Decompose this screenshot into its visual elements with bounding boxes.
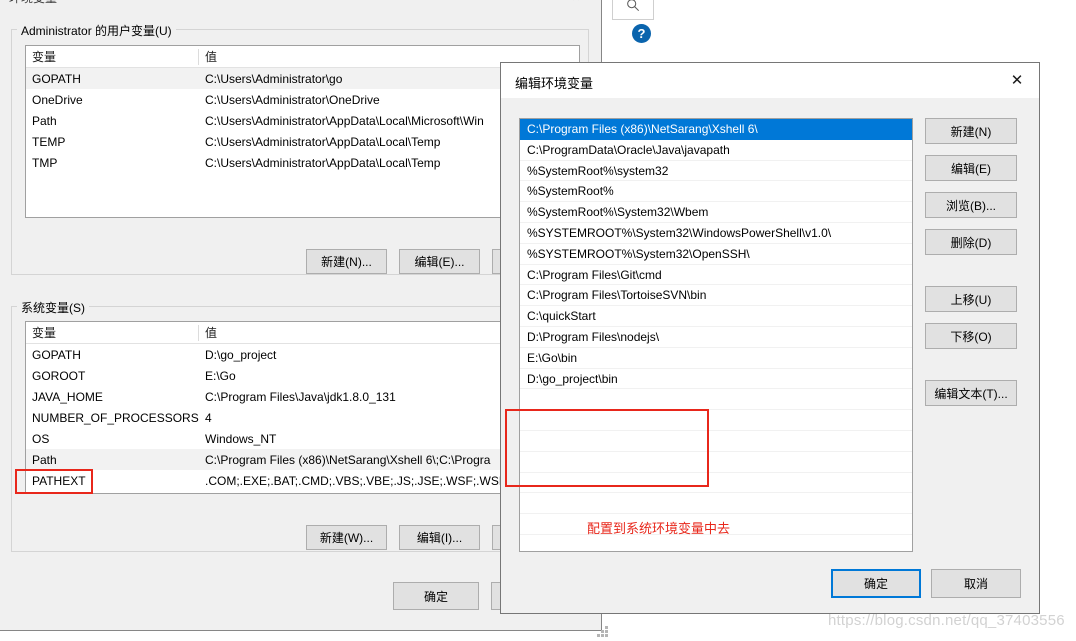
watermark-text: https://blog.csdn.net/qq_37403556 <box>828 612 1065 629</box>
system-new-button[interactable]: 新建(W)... <box>306 525 387 550</box>
list-item[interactable]: C:\Program Files\Git\cmd <box>520 265 912 286</box>
close-icon[interactable]: ✕ <box>995 63 1039 97</box>
variable-name: JAVA_HOME <box>32 389 103 404</box>
variable-name: TEMP <box>32 134 66 149</box>
table-row[interactable]: GOROOT E:\Go <box>26 365 579 386</box>
list-item-empty[interactable] <box>520 473 912 494</box>
list-item-empty[interactable] <box>520 452 912 473</box>
user-variables-legend: Administrator 的用户变量(U) <box>17 22 176 39</box>
variable-name: Path <box>32 113 57 128</box>
table-row[interactable]: OneDrive C:\Users\Administrator\OneDrive <box>26 89 579 110</box>
list-item-go-bin[interactable]: E:\Go\bin <box>520 348 912 369</box>
button-group-gap <box>925 360 1025 380</box>
env-ok-button[interactable]: 确定 <box>393 582 479 610</box>
table-row[interactable]: TMP C:\Users\Administrator\AppData\Local… <box>26 152 579 173</box>
system-variables-table[interactable]: 变量 值 GOPATH D:\go_project GOROOT E:\Go J… <box>25 321 580 494</box>
edit-environment-variable-dialog: 编辑环境变量 ✕ C:\Program Files (x86)\NetSaran… <box>500 62 1040 614</box>
new-button[interactable]: 新建(N) <box>925 118 1017 144</box>
variable-name: OS <box>32 431 50 446</box>
variable-name: GOPATH <box>32 347 81 362</box>
list-item[interactable]: %SYSTEMROOT%\System32\OpenSSH\ <box>520 244 912 265</box>
list-item-go-project-bin[interactable]: D:\go_project\bin <box>520 369 912 390</box>
list-item-empty[interactable] <box>520 431 912 452</box>
edit-ok-button[interactable]: 确定 <box>831 569 921 598</box>
edit-button[interactable]: 编辑(E) <box>925 155 1017 181</box>
variable-name: PATHEXT <box>32 473 86 488</box>
variable-name: Path <box>32 452 57 467</box>
search-icon <box>627 0 640 12</box>
system-edit-button[interactable]: 编辑(I)... <box>399 525 480 550</box>
annotation-note: 配置到系统环境变量中去 <box>587 521 731 536</box>
list-item-empty[interactable] <box>520 410 912 431</box>
delete-button[interactable]: 删除(D) <box>925 229 1017 255</box>
list-item[interactable]: %SystemRoot%\system32 <box>520 161 912 182</box>
table-row[interactable]: GOPATH D:\go_project <box>26 344 579 365</box>
user-variables-header: 变量 值 <box>26 46 579 68</box>
list-item[interactable]: C:\ProgramData\Oracle\Java\javapath <box>520 140 912 161</box>
move-down-button[interactable]: 下移(O) <box>925 323 1017 349</box>
table-row[interactable]: Path C:\Users\Administrator\AppData\Loca… <box>26 110 579 131</box>
edit-dialog-footer: 确定 取消 <box>831 569 1031 599</box>
system-variables-legend: 系统变量(S) <box>17 299 89 316</box>
table-row[interactable]: GOPATH C:\Users\Administrator\go <box>26 68 579 89</box>
variable-name: GOROOT <box>32 368 86 383</box>
resize-grip[interactable] <box>596 625 610 639</box>
move-up-button[interactable]: 上移(U) <box>925 286 1017 312</box>
user-col-name: 变量 <box>32 49 57 64</box>
user-edit-button[interactable]: 编辑(E)... <box>399 249 480 274</box>
table-row[interactable]: NUMBER_OF_PROCESSORS 4 <box>26 407 579 428</box>
list-item[interactable]: %SystemRoot% <box>520 181 912 203</box>
user-variables-table[interactable]: 变量 值 GOPATH C:\Users\Administrator\go On… <box>25 45 580 218</box>
environment-variables-title: 环境变量 <box>9 0 57 6</box>
edit-dialog-titlebar: 编辑环境变量 ✕ <box>501 63 1039 98</box>
path-entries-list[interactable]: C:\Program Files (x86)\NetSarang\Xshell … <box>519 118 913 552</box>
browse-button[interactable]: 浏览(B)... <box>925 192 1017 218</box>
list-item[interactable]: %SYSTEMROOT%\System32\WindowsPowerShell\… <box>520 223 912 244</box>
table-row[interactable]: OS Windows_NT <box>26 428 579 449</box>
edit-dialog-title: 编辑环境变量 <box>515 76 594 91</box>
table-row[interactable]: JAVA_HOME C:\Program Files\Java\jdk1.8.0… <box>26 386 579 407</box>
list-item[interactable]: D:\Program Files\nodejs\ <box>520 327 912 348</box>
list-item[interactable]: C:\quickStart <box>520 306 912 327</box>
search-box[interactable] <box>612 0 654 20</box>
variable-name: GOPATH <box>32 71 81 86</box>
button-group-gap <box>925 266 1025 286</box>
table-row-path-selected[interactable]: Path C:\Program Files (x86)\NetSarang\Xs… <box>26 449 579 470</box>
list-item[interactable]: C:\Program Files\TortoiseSVN\bin <box>520 285 912 307</box>
list-item[interactable]: %SystemRoot%\System32\Wbem <box>520 202 912 223</box>
variable-name: OneDrive <box>32 92 83 107</box>
variable-name: TMP <box>32 155 58 170</box>
list-item-empty[interactable] <box>520 535 912 551</box>
variable-name: NUMBER_OF_PROCESSORS <box>32 410 199 425</box>
edit-cancel-button[interactable]: 取消 <box>931 569 1021 598</box>
help-question-icon[interactable]: ? <box>632 24 651 43</box>
system-col-name: 变量 <box>32 325 57 340</box>
close-icon[interactable]: ✕ <box>559 0 593 6</box>
screen-root: ? 环境变量 ✕ Administrator 的用户变量(U) 变量 值 GOP… <box>0 0 1076 641</box>
list-item-empty[interactable] <box>520 493 912 515</box>
list-item-empty[interactable] <box>520 389 912 411</box>
list-item[interactable]: C:\Program Files (x86)\NetSarang\Xshell … <box>520 119 912 140</box>
system-variables-header: 变量 值 <box>26 322 579 344</box>
table-row[interactable]: TEMP C:\Users\Administrator\AppData\Loca… <box>26 131 579 152</box>
edit-dialog-side-buttons: 新建(N) 编辑(E) 浏览(B)... 删除(D) 上移(U) 下移(O) 编… <box>925 118 1025 417</box>
user-new-button[interactable]: 新建(N)... <box>306 249 387 274</box>
edit-text-button[interactable]: 编辑文本(T)... <box>925 380 1017 406</box>
table-row[interactable]: PATHEXT .COM;.EXE;.BAT;.CMD;.VBS;.VBE;.J… <box>26 470 579 491</box>
